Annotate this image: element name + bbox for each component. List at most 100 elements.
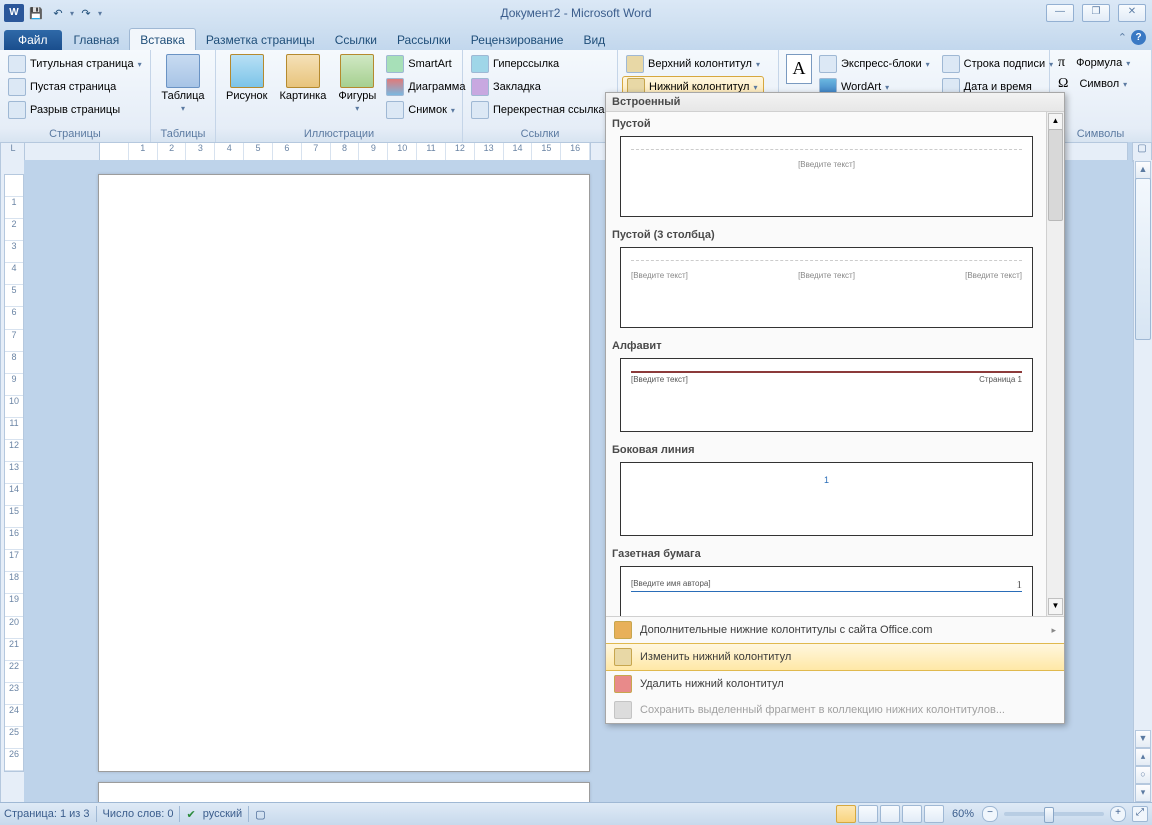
chart-button[interactable]: Диаграмма xyxy=(382,77,469,97)
proofing-icon[interactable]: ✔ xyxy=(186,808,195,821)
footer-gallery-dropdown: Встроенный Пустой [Введите текст] Пустой… xyxy=(605,92,1065,724)
page-2[interactable] xyxy=(98,782,590,803)
group-links-label: Ссылки xyxy=(467,127,613,142)
save-selection-icon xyxy=(614,701,632,719)
gallery-item-label: Пустой (3 столбца) xyxy=(606,223,1047,244)
window-title: Документ2 - Microsoft Word xyxy=(0,6,1152,20)
page-1[interactable] xyxy=(98,174,590,772)
screenshot-button[interactable]: Снимок xyxy=(382,100,469,120)
group-tables-label: Таблицы xyxy=(155,127,211,142)
browse-object-icon[interactable]: ○ xyxy=(1135,766,1151,784)
vertical-scrollbar[interactable]: ▲ ▼ ▴ ○ ▾ xyxy=(1133,160,1152,803)
zoom-slider[interactable] xyxy=(1004,812,1104,816)
tab-view[interactable]: Вид xyxy=(573,29,615,50)
view-print-layout-button[interactable] xyxy=(836,805,856,823)
tab-page-layout[interactable]: Разметка страницы xyxy=(196,29,325,50)
scroll-thumb[interactable] xyxy=(1135,178,1151,340)
smartart-button[interactable]: SmartArt xyxy=(382,54,469,74)
equation-button[interactable]: π Формула xyxy=(1054,54,1134,72)
minimize-button[interactable]: — xyxy=(1046,4,1074,22)
macro-record-icon[interactable]: ▢ xyxy=(255,808,265,821)
titlebar: W 💾 ↶ ▾ ↷ ▾ Документ2 - Microsoft Word —… xyxy=(0,0,1152,26)
group-symbols-label: Символы xyxy=(1054,127,1147,142)
tab-mailings[interactable]: Рассылки xyxy=(387,29,461,50)
qat-save-icon[interactable]: 💾 xyxy=(26,3,46,23)
ruler-corner[interactable]: L xyxy=(0,142,26,162)
qat-undo-icon[interactable]: ↶ xyxy=(48,3,68,23)
status-page[interactable]: Страница: 1 из 3 xyxy=(4,808,90,820)
gallery-item-three-col[interactable]: [Введите текст] [Введите текст] [Введите… xyxy=(620,247,1033,328)
zoom-fit-button[interactable]: ⤢ xyxy=(1132,806,1148,822)
view-fullscreen-button[interactable] xyxy=(858,805,878,823)
cover-page-button[interactable]: Титульная страница xyxy=(4,54,146,74)
more-footers-command[interactable]: Дополнительные нижние колонтитулы с сайт… xyxy=(606,617,1064,643)
gallery-item-label: Алфавит xyxy=(606,334,1047,355)
tab-references[interactable]: Ссылки xyxy=(325,29,387,50)
view-draft-button[interactable] xyxy=(924,805,944,823)
gallery-item-sideline[interactable]: 1 xyxy=(620,462,1033,536)
tab-insert[interactable]: Вставка xyxy=(129,28,196,50)
office-icon xyxy=(614,621,632,639)
clipart-button[interactable]: Картинка xyxy=(274,52,333,104)
help-icon[interactable]: ? xyxy=(1131,30,1146,45)
file-tab[interactable]: Файл xyxy=(4,30,62,50)
qat-undo-dropdown[interactable]: ▾ xyxy=(70,9,74,18)
scroll-down-icon[interactable]: ▼ xyxy=(1135,730,1151,748)
gallery-item-label: Боковая линия xyxy=(606,438,1047,459)
hyperlink-button[interactable]: Гиперссылка xyxy=(467,54,609,74)
view-web-button[interactable] xyxy=(880,805,900,823)
blank-page-button[interactable]: Пустая страница xyxy=(4,77,146,97)
gallery-scrollbar[interactable]: ▲ ▼ xyxy=(1046,112,1064,616)
crossref-button[interactable]: Перекрестная ссылка xyxy=(467,100,609,120)
vertical-ruler[interactable]: 1234567891011121314151617181920212223242… xyxy=(0,160,26,803)
status-words[interactable]: Число слов: 0 xyxy=(103,808,174,820)
gallery-item-label: Газетная бумага xyxy=(606,542,1047,563)
symbol-button[interactable]: Ω Символ xyxy=(1054,75,1134,93)
ruler-toggle-icon[interactable]: ▢ xyxy=(1132,142,1152,162)
tab-home[interactable]: Главная xyxy=(64,29,130,50)
scroll-up-icon[interactable]: ▲ xyxy=(1135,161,1151,179)
remove-footer-command[interactable]: Удалить нижний колонтитул xyxy=(606,671,1064,697)
bookmark-button[interactable]: Закладка xyxy=(467,77,609,97)
gallery-section-builtin: Встроенный xyxy=(606,93,1064,112)
zoom-in-button[interactable]: + xyxy=(1110,806,1126,822)
gallery-scroll-up-icon[interactable]: ▲ xyxy=(1048,113,1063,130)
gallery-scroll-thumb[interactable] xyxy=(1048,129,1063,221)
prev-page-icon[interactable]: ▴ xyxy=(1135,748,1151,766)
zoom-slider-thumb[interactable] xyxy=(1044,807,1054,823)
group-illustrations-label: Иллюстрации xyxy=(220,127,458,142)
quickparts-button[interactable]: Экспресс-блоки xyxy=(815,54,934,74)
word-icon[interactable]: W xyxy=(4,4,24,22)
view-outline-button[interactable] xyxy=(902,805,922,823)
statusbar: Страница: 1 из 3 Число слов: 0 ✔ русский… xyxy=(0,802,1152,825)
group-pages-label: Страницы xyxy=(4,127,146,142)
edit-footer-icon xyxy=(614,648,632,666)
status-language[interactable]: русский xyxy=(203,808,242,820)
save-footer-command: Сохранить выделенный фрагмент в коллекци… xyxy=(606,697,1064,723)
next-page-icon[interactable]: ▾ xyxy=(1135,784,1151,802)
page-break-button[interactable]: Разрыв страницы xyxy=(4,100,146,120)
gallery-item-empty[interactable]: [Введите текст] xyxy=(620,136,1033,217)
minimize-ribbon-icon[interactable]: ⌃ xyxy=(1118,31,1127,44)
gallery-scroll-down-icon[interactable]: ▼ xyxy=(1048,598,1063,615)
close-button[interactable]: ✕ xyxy=(1118,4,1146,22)
qat-customize-dropdown[interactable]: ▾ xyxy=(98,9,102,18)
edit-footer-command[interactable]: Изменить нижний колонтитул xyxy=(606,643,1064,671)
signature-button[interactable]: Строка подписи xyxy=(938,54,1057,74)
shapes-button[interactable]: Фигуры xyxy=(332,52,382,115)
gallery-item-newspaper[interactable]: [Введите имя автора] 1 xyxy=(620,566,1033,616)
zoom-level[interactable]: 60% xyxy=(952,808,974,820)
textbox-button[interactable]: A xyxy=(783,52,815,86)
picture-button[interactable]: Рисунок xyxy=(220,52,274,104)
qat-redo-icon[interactable]: ↷ xyxy=(76,3,96,23)
remove-footer-icon xyxy=(614,675,632,693)
maximize-button[interactable]: ❐ xyxy=(1082,4,1110,22)
header-button[interactable]: Верхний колонтитул xyxy=(622,54,764,74)
word-window: W 💾 ↶ ▾ ↷ ▾ Документ2 - Microsoft Word —… xyxy=(0,0,1152,825)
tab-review[interactable]: Рецензирование xyxy=(461,29,574,50)
gallery-item-alphabet[interactable]: [Введите текст] Страница 1 xyxy=(620,358,1033,432)
ribbon-tabs: Файл Главная Вставка Разметка страницы С… xyxy=(0,26,1152,50)
table-button[interactable]: Таблица xyxy=(155,52,210,115)
zoom-out-button[interactable]: − xyxy=(982,806,998,822)
gallery-item-label: Пустой xyxy=(606,112,1047,133)
